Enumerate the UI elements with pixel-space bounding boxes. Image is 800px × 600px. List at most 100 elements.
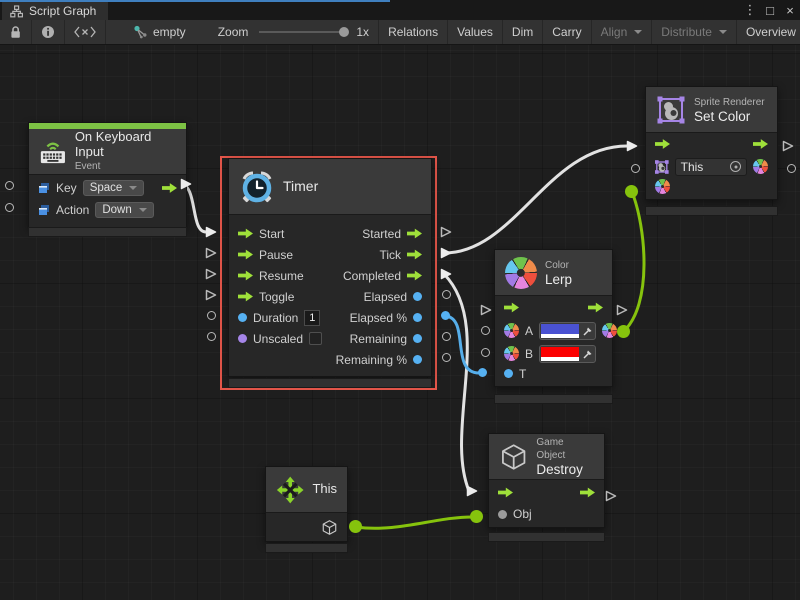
trigger-in-port[interactable]	[238, 291, 253, 302]
graph-canvas[interactable]: On Keyboard Input Event Key Space	[0, 45, 800, 600]
timer-started-ext-port[interactable]	[440, 226, 452, 238]
distribute-button[interactable]: Distribute	[652, 20, 737, 44]
overview-button[interactable]: Overview	[737, 20, 800, 44]
timer-duration-ext-port[interactable]	[207, 311, 216, 320]
lerp-flow-ext-port[interactable]	[480, 304, 492, 316]
inspect-button[interactable]	[32, 20, 65, 44]
wire-elapsedpct-to-t[interactable]	[446, 316, 479, 373]
lerp-color-out-ext-port[interactable]	[617, 325, 630, 338]
key-dropdown[interactable]: Space	[83, 180, 145, 196]
keyboard-action-ext-port[interactable]	[5, 203, 14, 212]
color-a-field[interactable]	[539, 322, 596, 340]
zoom-slider-handle[interactable]	[339, 27, 349, 37]
window-close-icon[interactable]: ×	[780, 0, 800, 20]
timer-start-ext-port[interactable]	[205, 226, 217, 238]
value-out-port[interactable]	[413, 292, 422, 301]
value-out-port[interactable]	[413, 334, 422, 343]
this-out-ext-port[interactable]	[349, 520, 362, 533]
object-picker-icon[interactable]	[730, 161, 741, 172]
trigger-in-port[interactable]	[238, 249, 253, 260]
node-header[interactable]: Color Lerp	[495, 250, 612, 296]
timer-pause-ext-port[interactable]	[205, 247, 217, 259]
timer-toggle-ext-port[interactable]	[205, 289, 217, 301]
trigger-out-port[interactable]	[407, 270, 422, 281]
duration-input[interactable]: 1	[304, 310, 320, 326]
setcolor-color-ext-port[interactable]	[625, 185, 638, 198]
wire-tick-to-setcolor[interactable]	[444, 146, 627, 253]
unscaled-checkbox[interactable]	[309, 332, 322, 345]
setcolor-flow-ext-port[interactable]	[626, 140, 638, 152]
timer-tick-ext-port[interactable]	[440, 247, 452, 259]
node-color-lerp[interactable]: Color Lerp A	[494, 249, 613, 387]
timer-remainingpct-ext-port[interactable]	[442, 353, 451, 362]
trigger-out-port[interactable]	[588, 302, 603, 313]
carry-button[interactable]: Carry	[543, 20, 591, 44]
setcolor-out-ext-port[interactable]	[787, 164, 796, 173]
value-in-port[interactable]	[238, 313, 247, 322]
zoom-slider[interactable]	[259, 31, 345, 33]
timer-unscaled-ext-port[interactable]	[207, 332, 216, 341]
trigger-out-port[interactable]	[407, 249, 422, 260]
values-button[interactable]: Values	[448, 20, 503, 44]
trigger-out-port[interactable]	[162, 183, 177, 194]
value-out-port[interactable]	[413, 355, 422, 364]
node-set-color[interactable]: Sprite Renderer Set Color	[645, 86, 778, 200]
node-header[interactable]: Sprite Renderer Set Color	[646, 87, 777, 133]
window-maximize-icon[interactable]: □	[760, 0, 780, 20]
node-on-keyboard-input[interactable]: On Keyboard Input Event Key Space	[28, 122, 187, 228]
timer-remaining-ext-port[interactable]	[442, 332, 451, 341]
destroy-obj-ext-port[interactable]	[470, 510, 483, 523]
trigger-out-port[interactable]	[407, 228, 422, 239]
lerp-a-ext-port[interactable]	[481, 326, 490, 335]
color-out-port[interactable]	[602, 323, 617, 338]
trigger-in-port[interactable]	[238, 228, 253, 239]
align-button[interactable]: Align	[592, 20, 653, 44]
node-header[interactable]: Game Object Destroy	[489, 434, 604, 480]
value-in-port[interactable]	[498, 510, 507, 519]
setcolor-flow-out-ext-port[interactable]	[782, 140, 794, 152]
trigger-in-port[interactable]	[238, 270, 253, 281]
value-out-port[interactable]	[413, 313, 422, 322]
wire-this-to-obj[interactable]	[356, 517, 475, 528]
wire-completed-to-destroy[interactable]	[444, 274, 469, 491]
trigger-out-port[interactable]	[580, 487, 595, 498]
trigger-in-port[interactable]	[504, 302, 519, 313]
value-in-port[interactable]	[238, 334, 247, 343]
value-in-port[interactable]	[504, 369, 513, 378]
color-a-swatch[interactable]	[541, 324, 579, 334]
lerp-t-ext-port[interactable]	[478, 368, 487, 377]
window-menu-icon[interactable]: ⋮	[740, 0, 760, 20]
tab-script-graph[interactable]: Script Graph	[2, 2, 108, 20]
destroy-flow-out-ext-port[interactable]	[605, 490, 617, 502]
relations-button[interactable]: Relations	[378, 20, 448, 44]
action-dropdown[interactable]: Down	[95, 202, 153, 218]
trigger-out-port[interactable]	[753, 139, 768, 150]
node-destroy[interactable]: Game Object Destroy Obj	[488, 433, 605, 528]
trigger-in-port[interactable]	[498, 487, 513, 498]
color-b-field[interactable]	[539, 345, 596, 363]
node-header[interactable]: Timer	[229, 159, 431, 215]
timer-elapsedpct-ext-port[interactable]	[441, 311, 450, 320]
game-object-out-port[interactable]	[321, 519, 338, 536]
trigger-in-port[interactable]	[655, 139, 670, 150]
node-this[interactable]: This	[265, 466, 348, 542]
timer-completed-ext-port[interactable]	[440, 268, 452, 280]
lerp-b-ext-port[interactable]	[481, 348, 490, 357]
insert-unit-button[interactable]	[65, 20, 106, 44]
color-out-port[interactable]	[753, 159, 768, 174]
node-timer[interactable]: Timer Start Started Pause Tick R	[228, 158, 432, 377]
graph-pointer-breadcrumb[interactable]: empty	[124, 20, 195, 44]
node-header[interactable]: On Keyboard Input Event	[29, 129, 186, 175]
timer-resume-ext-port[interactable]	[205, 268, 217, 280]
eyedropper-icon[interactable]	[582, 348, 594, 360]
target-object-field[interactable]: This	[675, 158, 747, 176]
lerp-flow-out-ext-port[interactable]	[616, 304, 628, 316]
keyboard-trigger-ext-port[interactable]	[180, 178, 192, 190]
lock-button[interactable]	[0, 20, 32, 44]
destroy-flow-ext-port[interactable]	[466, 485, 478, 497]
dim-button[interactable]: Dim	[503, 20, 543, 44]
timer-elapsed-ext-port[interactable]	[442, 290, 451, 299]
color-b-swatch[interactable]	[541, 347, 579, 357]
node-header[interactable]: This	[266, 467, 347, 513]
keyboard-key-ext-port[interactable]	[5, 181, 14, 190]
